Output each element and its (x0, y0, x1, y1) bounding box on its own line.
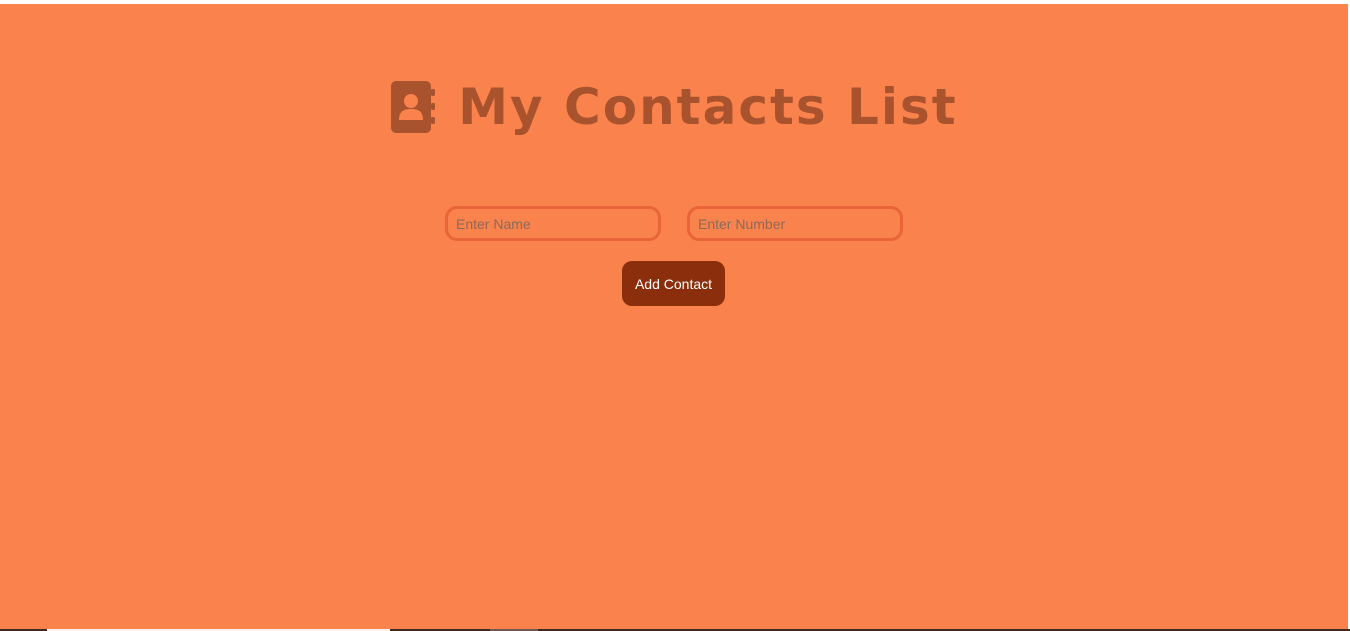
address-book-icon (390, 80, 436, 134)
page-title: My Contacts List (458, 78, 958, 136)
app-viewport: My Contacts List Add Contact (0, 4, 1348, 629)
header: My Contacts List (0, 76, 1348, 138)
name-input[interactable] (445, 206, 661, 241)
add-contact-button[interactable]: Add Contact (622, 261, 725, 306)
number-input[interactable] (687, 206, 903, 241)
contact-form (0, 206, 1348, 241)
